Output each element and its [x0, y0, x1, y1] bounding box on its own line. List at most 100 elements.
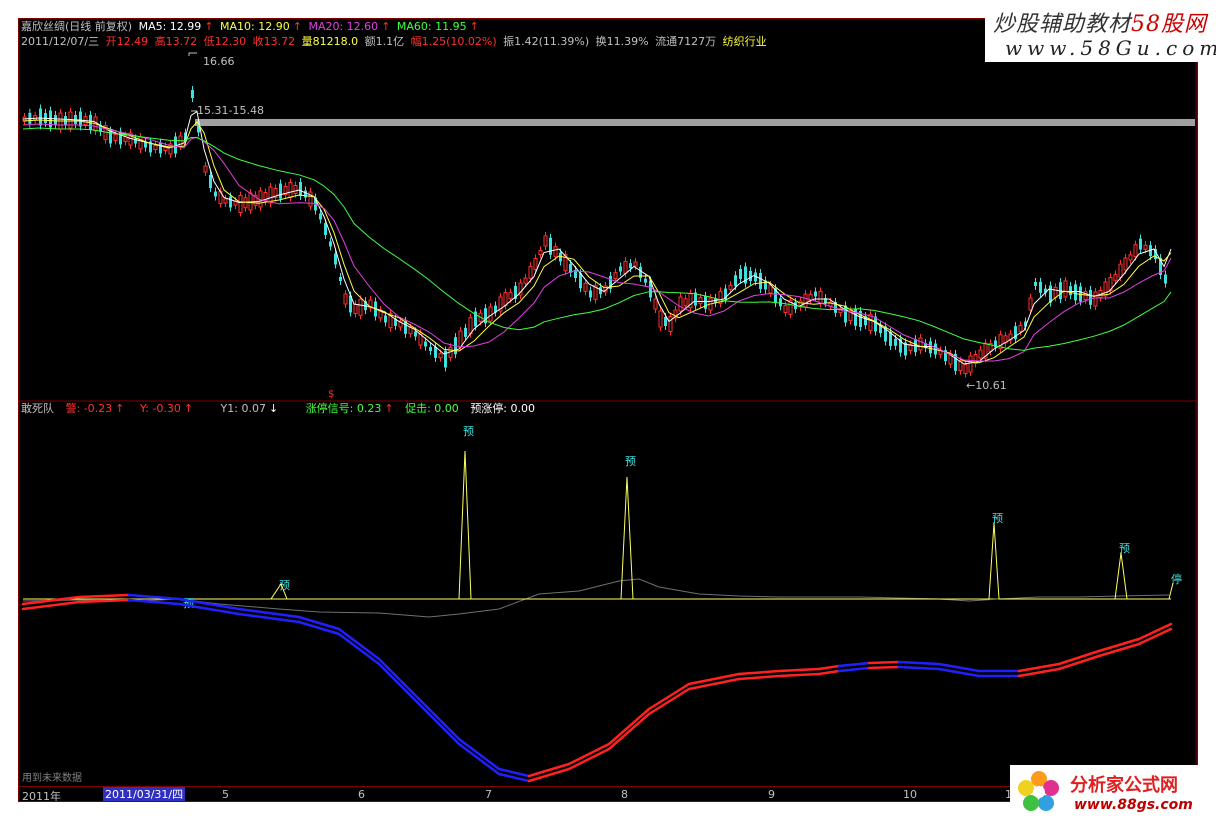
candle-body [698, 297, 703, 305]
pre-signal-marker: 预 [279, 579, 290, 592]
trend-curve-segment [867, 660, 901, 665]
candle-body [549, 237, 552, 255]
candle-body [814, 291, 817, 297]
candle-body [343, 293, 348, 305]
candle-body [644, 278, 647, 283]
candle-body [1128, 254, 1133, 261]
trend-curve-segment [687, 672, 741, 686]
candle-body [533, 258, 538, 270]
candle-body [664, 317, 667, 326]
quote-high: 高13.72 [154, 35, 198, 48]
candle-body [1133, 244, 1138, 258]
ma20-arrow: ↑ [381, 20, 391, 33]
trend-curve-segment [567, 742, 611, 766]
low-price-label: ←10.61 [966, 379, 1007, 392]
trend-curve-segment [817, 664, 841, 671]
candle-body [209, 175, 212, 188]
candle-body [658, 310, 663, 328]
candle-body [1069, 286, 1072, 296]
candle-body [458, 330, 463, 348]
trend-curve-segment [737, 669, 781, 676]
ma60-value: MA60: 11.95 [396, 20, 467, 33]
candle-body [623, 260, 628, 274]
trend-curve-segment [377, 662, 421, 706]
candle-body [329, 241, 332, 247]
chart-window[interactable]: 16.66 15.31-15.48 ←10.61 $ 预预预预预预停 嘉欣丝绸(… [18, 18, 1198, 802]
candle-body [384, 315, 387, 323]
cursor-marker: $ [328, 389, 334, 400]
candle-body [759, 273, 762, 289]
candle-body [929, 341, 932, 354]
trend-curve-segment [837, 666, 871, 673]
y1-arrow: ↓ [268, 402, 279, 415]
candle-body [978, 349, 983, 359]
candle-body [1074, 284, 1077, 301]
trend-curve-segment [337, 632, 381, 666]
stock-title: 嘉欣丝绸(日线 前复权) [21, 20, 133, 33]
band-price-label: 15.31-15.48 [197, 104, 264, 117]
candle-body [613, 272, 618, 280]
candle-body [1118, 263, 1123, 278]
candle-body [528, 265, 533, 279]
ma10-line [22, 119, 1172, 364]
trend-curve-segment [417, 702, 461, 746]
trend-curve-segment [897, 660, 941, 666]
trend-curve-segment [647, 687, 691, 716]
candle-body [1049, 285, 1052, 303]
candle-body [553, 246, 558, 258]
watermark-58gu: 炒股辅助教材58股网 www.58Gu.com [985, 0, 1216, 62]
ma5-line [22, 110, 1172, 365]
candle-body [39, 108, 42, 126]
ma5-value: MA5: 12.99 [138, 20, 202, 33]
candle-body [734, 275, 737, 287]
trend-curve-segment [687, 677, 741, 691]
resistance-band [195, 119, 1195, 126]
candle-body [288, 182, 293, 198]
watermark-58gu-url: www.58Gu.com [1005, 36, 1216, 60]
trend-curve-segment [417, 697, 461, 741]
high-marker-line [188, 52, 197, 56]
watermark-88gs: 分析家公式网 www.88gs.com [1010, 765, 1216, 822]
quote-float: 流通7127万 [655, 35, 717, 48]
indicator-warn: 警: -0.23 [65, 402, 113, 415]
trend-curve-segment [817, 669, 841, 676]
candle-body [464, 327, 467, 337]
trend-curve-segment [607, 707, 651, 746]
candle-body [1034, 282, 1037, 286]
candle-body [1028, 297, 1033, 311]
candle-body [818, 290, 823, 304]
candle-body [468, 317, 473, 335]
future-data-note: 用到未来数据 [22, 773, 82, 784]
candle-body [1018, 324, 1023, 332]
candle-body [268, 186, 273, 204]
candle-body [1093, 291, 1098, 307]
quote-amplitude: 振1.42(11.39%) [503, 35, 590, 48]
candle-body [1089, 289, 1092, 305]
candle-body [668, 316, 673, 332]
indicator-gray-line [22, 578, 1170, 618]
signal-spikes: 预预预预预预停 [183, 425, 1182, 610]
candle-body [408, 327, 413, 335]
candle-body [683, 298, 688, 307]
candle-body [1123, 257, 1128, 271]
trend-curve-segment [737, 674, 781, 681]
quote-industry: 纺织行业 [722, 35, 767, 48]
candle-body [1053, 286, 1058, 298]
ma60-arrow: ↑ [469, 20, 479, 33]
high-price-label: 16.66 [203, 55, 235, 68]
candle-body [223, 198, 228, 204]
trend-curve-segment [777, 672, 821, 678]
candle-body [159, 142, 162, 154]
ma5-arrow: ↑ [204, 20, 214, 33]
trend-curve-segment [607, 712, 651, 751]
trend-curve-segment [127, 593, 181, 601]
candle-body [538, 250, 543, 255]
trend-curve-segment [897, 665, 941, 671]
axis-month: 6 [358, 788, 365, 801]
axis-month: 5 [222, 788, 229, 801]
candle-body [334, 253, 337, 265]
candle-body [414, 331, 417, 337]
candle-body [739, 269, 742, 279]
candle-body [229, 196, 232, 208]
candle-body [963, 364, 968, 374]
